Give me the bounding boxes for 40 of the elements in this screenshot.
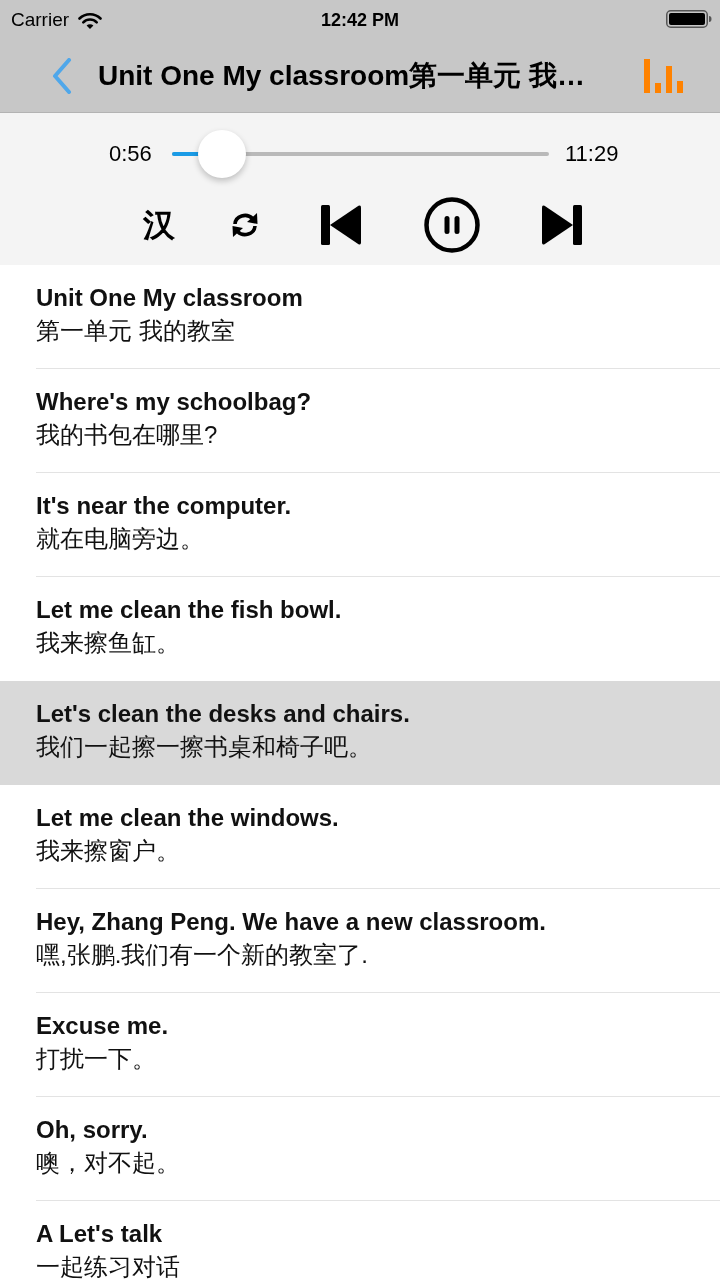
back-chevron-icon — [52, 58, 72, 94]
chinese-translation: 我来擦鱼缸。 — [36, 631, 180, 655]
nav-title: Unit One My classroom第一单元 我… — [98, 59, 585, 93]
bar-chart-icon — [644, 59, 686, 93]
chinese-translation: 噢，对不起。 — [36, 1151, 180, 1175]
elapsed-time: 0:56 — [109, 141, 153, 167]
translation-toggle-button[interactable]: 汉 — [140, 205, 178, 245]
progress-slider[interactable] — [172, 130, 549, 178]
slider-thumb[interactable] — [198, 130, 247, 178]
wifi-icon — [78, 11, 103, 29]
chinese-translation: 我的书包在哪里? — [36, 423, 218, 447]
english-sentence: Let's clean the desks and chairs. — [36, 700, 410, 728]
pause-icon — [424, 197, 480, 253]
status-time: 12:42 PM — [321, 9, 399, 32]
english-sentence: Oh, sorry. — [36, 1116, 148, 1144]
skip-previous-icon — [321, 205, 361, 245]
skip-next-icon — [542, 205, 582, 245]
pause-button[interactable] — [424, 197, 480, 253]
english-sentence: Excuse me. — [36, 1012, 169, 1040]
chinese-translation: 我来擦窗户。 — [36, 839, 180, 863]
battery-icon — [666, 10, 712, 28]
english-sentence: It's near the computer. — [36, 492, 292, 520]
repeat-icon — [230, 211, 260, 239]
carrier-name: Carrier — [11, 8, 70, 32]
english-sentence: Where's my schoolbag? — [36, 388, 312, 416]
english-sentence: Hey, Zhang Peng. We have a new classroom. — [36, 908, 546, 936]
next-button[interactable] — [541, 205, 583, 245]
chinese-translation: 就在电脑旁边。 — [36, 527, 204, 551]
english-sentence: Let me clean the fish bowl. — [36, 596, 342, 624]
english-sentence: Let me clean the windows. — [36, 804, 339, 832]
chinese-translation: 一起练习对话 — [36, 1255, 180, 1279]
sentence-row[interactable]: Let's clean the desks and chairs. 我们一起擦一擦书桌和椅子吧。 — [0, 681, 720, 785]
chinese-translation: 我们一起擦一擦书桌和椅子吧。 — [36, 735, 372, 759]
english-sentence: Unit One My classroom — [36, 284, 303, 312]
chinese-translation: 第一单元 我的教室 — [36, 319, 235, 343]
duration-time: 11:29 — [565, 141, 619, 167]
chinese-translation: 打扰一下。 — [36, 1047, 156, 1071]
previous-button[interactable] — [320, 205, 362, 245]
english-sentence: A Let's talk — [36, 1220, 163, 1248]
chinese-translation: 嘿,张鹏.我们有一个新的教室了. — [36, 943, 368, 967]
